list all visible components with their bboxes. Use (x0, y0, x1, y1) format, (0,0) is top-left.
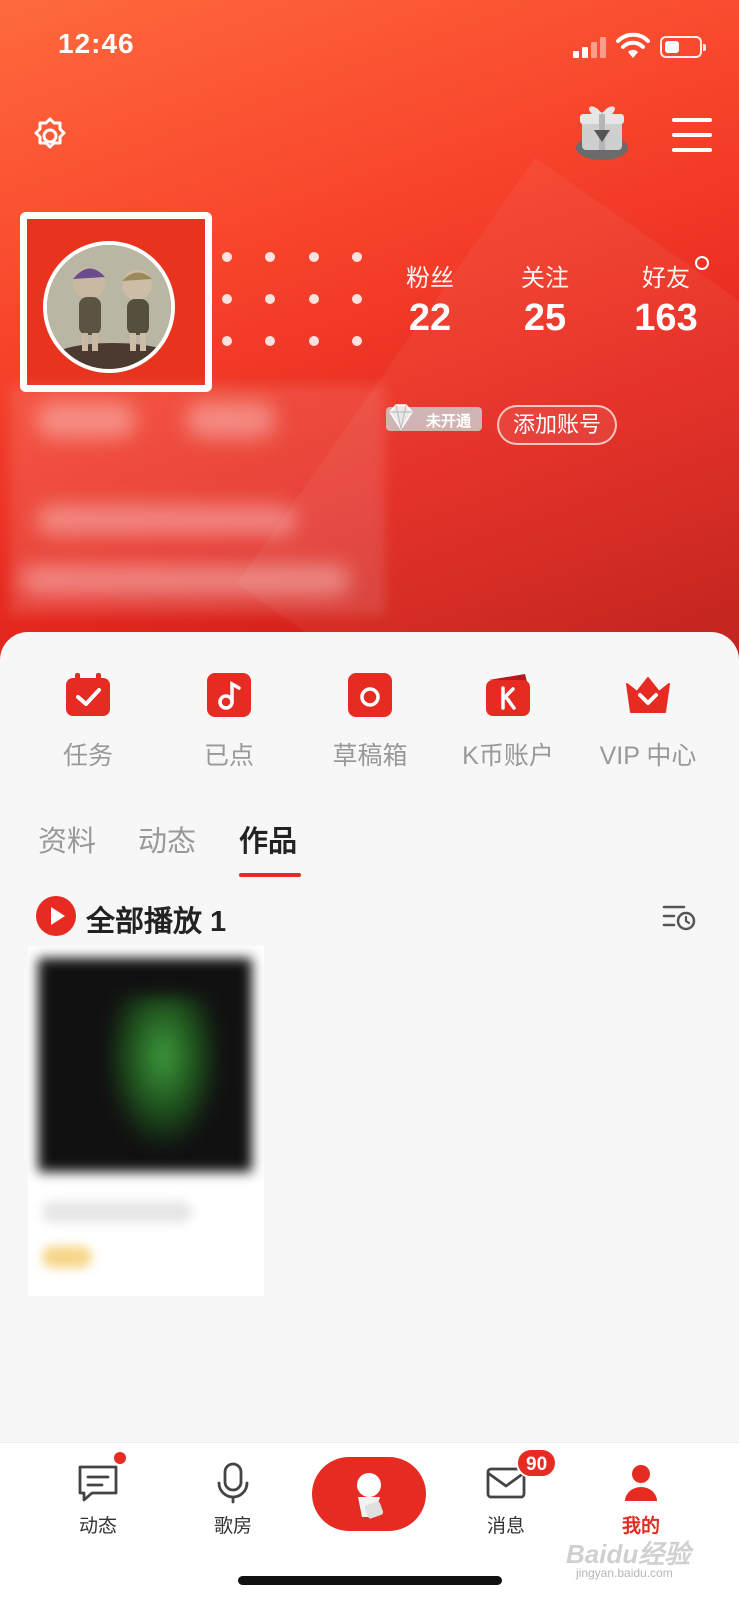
quick-action-k-coin[interactable]: K币账户 (443, 672, 573, 772)
message-count-badge: 90 (516, 1448, 558, 1478)
decorative-dots (222, 252, 368, 348)
status-bar: 12:46 (0, 0, 739, 90)
avatar-figurines-image (47, 245, 171, 369)
stat-following[interactable]: 关注 25 (513, 258, 577, 340)
cellular-signal-icon (573, 36, 609, 58)
quick-action-label: 草稿箱 (332, 742, 408, 770)
active-tab-indicator (239, 873, 301, 877)
work-thumbnail-glow (108, 996, 218, 1146)
work-tag-blurred (42, 1246, 92, 1268)
nav-label: 消息 (486, 1516, 525, 1537)
work-title-blurred (42, 1201, 192, 1223)
avatar-highlight-frame[interactable] (20, 212, 212, 392)
tab-works[interactable]: 作品 (239, 818, 297, 860)
blurred-bio (36, 505, 296, 535)
nav-item-feed[interactable]: 动态 (43, 1461, 153, 1538)
play-all-label: 全部播放 1 (86, 906, 227, 938)
stat-friends-value: 163 (634, 297, 698, 339)
draft-box-icon (348, 673, 392, 717)
add-account-button[interactable]: 添加账号 (497, 405, 618, 445)
home-indicator (238, 1576, 502, 1585)
music-note-icon (207, 673, 251, 717)
stat-fans-label: 粉丝 (406, 265, 454, 292)
play-history-icon[interactable] (662, 902, 696, 932)
quick-action-label: K币账户 (462, 742, 554, 770)
nav-label: 歌房 (213, 1516, 252, 1537)
record-sing-button[interactable] (312, 1457, 426, 1531)
profile-header: 12:46 粉丝 22 关注 25 好友 163 未开通 添加账号 (0, 0, 739, 700)
work-card[interactable] (28, 946, 264, 1296)
quick-action-ordered[interactable]: 已点 (164, 672, 294, 772)
vip-crown-icon (626, 677, 670, 713)
nav-label: 动态 (78, 1516, 117, 1537)
quick-action-tasks[interactable]: 任务 (23, 672, 153, 772)
quick-action-label: VIP 中心 (599, 742, 697, 770)
tab-profile-info[interactable]: 资料 (38, 818, 96, 860)
feed-chat-icon (78, 1465, 118, 1502)
blurred-name-2 (186, 402, 276, 438)
play-icon (36, 896, 76, 936)
avatar[interactable] (43, 241, 175, 373)
wifi-icon (616, 32, 650, 58)
stat-friends[interactable]: 好友 163 (628, 258, 704, 340)
k-coin-wallet-icon (486, 674, 530, 716)
status-time: 12:46 (58, 28, 135, 59)
battery-icon (660, 36, 706, 58)
stat-fans-value: 22 (408, 297, 452, 339)
diamond-icon (389, 404, 413, 431)
blurred-bio-2 (20, 565, 350, 595)
gift-box-icon[interactable] (572, 100, 632, 164)
settings-gear-icon[interactable] (30, 116, 70, 156)
microphone-icon (217, 1462, 249, 1504)
quick-action-drafts[interactable]: 草稿箱 (305, 672, 435, 772)
vip-status-label: 未开通 (426, 413, 472, 430)
quick-action-label: 已点 (203, 742, 254, 770)
menu-icon[interactable] (672, 118, 712, 152)
stat-following-label: 关注 (521, 265, 569, 292)
blurred-name (36, 402, 136, 438)
baidu-watermark-url: jingyan.baidu.com (576, 1566, 673, 1580)
tab-feed[interactable]: 动态 (138, 818, 196, 860)
stat-fans[interactable]: 粉丝 22 (398, 258, 462, 340)
profile-tabs: 资料 动态 作品 (0, 818, 739, 878)
record-sing-icon (357, 1473, 384, 1519)
nav-item-song-room[interactable]: 歌房 (178, 1461, 288, 1538)
quick-action-label: 任务 (62, 742, 113, 770)
quick-action-vip[interactable]: VIP 中心 (573, 672, 723, 772)
feed-notification-dot (114, 1452, 126, 1464)
vip-status-badge[interactable]: 未开通 (386, 404, 482, 431)
stat-following-value: 25 (523, 297, 567, 339)
nav-item-me[interactable]: 我的 (586, 1461, 696, 1538)
friends-notification-dot (695, 256, 709, 270)
stat-friends-label: 好友 (642, 265, 690, 292)
user-profile-icon (625, 1465, 657, 1501)
task-check-icon (66, 673, 110, 716)
